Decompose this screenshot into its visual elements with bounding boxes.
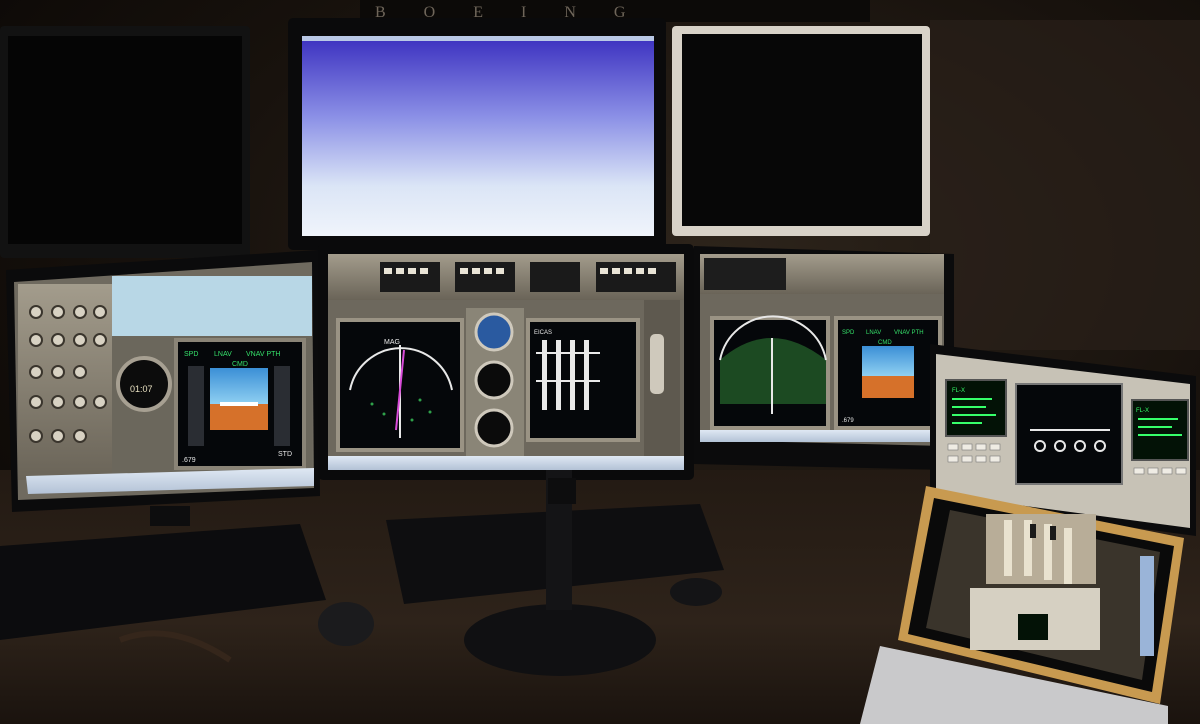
pfd-cmd: CMD <box>232 361 248 368</box>
pfd-mach: .679 <box>182 457 196 464</box>
standby-altimeter <box>474 408 514 448</box>
eicas-label: EICAS <box>534 330 552 336</box>
standby-attitude <box>474 312 514 352</box>
mouse-2 <box>670 578 722 606</box>
right-pfd-lnav: LNAV <box>866 330 881 336</box>
right-pfd-vnav: VNAV PTH <box>894 330 924 336</box>
wall-alcove <box>930 20 1200 350</box>
window-sky <box>112 276 312 336</box>
monitor-right: SPD LNAV VNAV PTH CMD .679 <box>694 246 954 470</box>
standby-airspeed <box>474 360 514 400</box>
gear-lever <box>650 334 664 394</box>
monitor-left: 01:07 SPD LNAV VNAV PTH CMD STD .679 <box>6 250 320 512</box>
left-stand <box>150 506 190 526</box>
pfd-vnav: VNAV PTH <box>246 351 281 358</box>
monitor-back-right <box>672 26 930 236</box>
clock-readout: 01:07 <box>130 384 153 394</box>
sim-room-photo: BOEING 01:07 SPD LNAV VNAV PTH CMD STD .… <box>0 0 1200 724</box>
monitor-top-center <box>288 18 666 250</box>
mouse <box>318 602 374 646</box>
right-pfd-mach: .679 <box>842 418 854 424</box>
pfd-baro: STD <box>278 451 292 458</box>
right-pfd-cmd: CMD <box>878 340 892 346</box>
joystick-base <box>464 604 656 676</box>
throttle-pedestal <box>986 514 1096 584</box>
cdu-right-label: FL-X <box>1136 408 1149 414</box>
pfd-lnav: LNAV <box>214 351 232 358</box>
center-stand <box>548 478 576 504</box>
right-pfd-spd: SPD <box>842 330 855 336</box>
monitor-back-left <box>0 26 250 258</box>
center-taskbar <box>328 456 684 470</box>
synoptic-display <box>1015 383 1123 485</box>
sky-view <box>302 36 654 236</box>
right-taskbar <box>700 430 944 442</box>
laptop-scrollbar <box>1140 556 1154 656</box>
pedestal-cdu-screen <box>1018 614 1048 640</box>
cdu-left-label: FL-X <box>952 388 965 394</box>
monitor-center: MAG EICAS <box>318 244 694 480</box>
nd-label: MAG <box>384 339 400 346</box>
pfd-spd: SPD <box>184 351 198 358</box>
